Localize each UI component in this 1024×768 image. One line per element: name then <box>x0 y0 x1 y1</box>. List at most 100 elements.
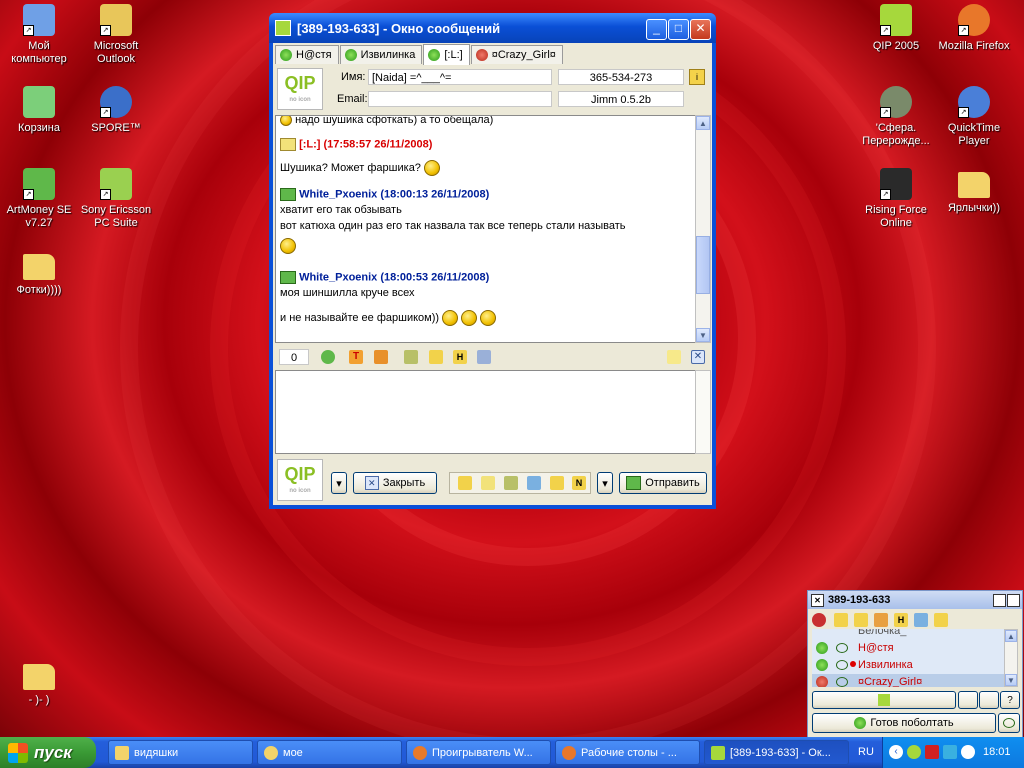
show-hidden-icons-button[interactable]: ‹ <box>889 745 903 759</box>
info-icon[interactable] <box>934 613 948 627</box>
message-history[interactable]: надо шушика сфоткать) а то обещала) [:L:… <box>275 115 697 343</box>
desktop-icon-spore[interactable]: ↗ SPORE™ <box>77 86 155 135</box>
quote-icon[interactable] <box>429 350 443 364</box>
file-transfer-icon[interactable] <box>477 350 491 364</box>
desktop-icon-yarlychki[interactable]: Ярлычки)) <box>935 168 1013 215</box>
contact-details-button[interactable] <box>979 691 999 709</box>
desktop-icon-quicktime[interactable]: ↗ QuickTime Player <box>935 86 1013 148</box>
laugh-smiley-icon <box>442 310 459 326</box>
taskbar-item[interactable]: видяшки <box>108 740 253 765</box>
invite-icon[interactable] <box>527 476 541 490</box>
desktop-icon-folder-smile[interactable]: - )- ) <box>0 660 78 707</box>
sound-icon[interactable] <box>854 613 868 627</box>
status-button[interactable]: Готов поболтать <box>812 713 996 733</box>
close-icon[interactable]: ✕ <box>811 594 824 607</box>
antivirus-tray-icon[interactable] <box>925 745 939 759</box>
tray-app-icon[interactable] <box>943 745 957 759</box>
taskbar-item-active[interactable]: [389-193-633] - Ок... <box>704 740 849 765</box>
firefox-icon <box>562 745 576 760</box>
scroll-up-button[interactable]: ▲ <box>696 116 710 130</box>
settings-icon[interactable] <box>914 613 928 627</box>
start-button[interactable]: пуск <box>0 737 96 768</box>
desktop-icon-firefox[interactable]: ↗ Mozilla Firefox <box>935 4 1013 53</box>
online-status-icon <box>816 659 828 671</box>
maximize-button[interactable]: □ <box>668 19 689 40</box>
color-icon[interactable] <box>374 350 388 364</box>
search-user-icon[interactable] <box>874 613 888 627</box>
privacy-eye-button[interactable] <box>998 713 1020 733</box>
message-input[interactable] <box>275 370 697 454</box>
minimize-button[interactable]: _ <box>646 19 667 40</box>
desktop-icon-my-computer[interactable]: ↗ Мой компьютер <box>0 4 78 66</box>
note-icon[interactable] <box>667 350 681 364</box>
nick-icon[interactable]: N <box>572 476 586 490</box>
scroll-up-button[interactable]: ▲ <box>1005 630 1017 642</box>
font-icon[interactable]: T <box>349 350 363 364</box>
contact-item[interactable]: Извилинка <box>812 657 1004 674</box>
minimize-icon[interactable] <box>1007 594 1020 607</box>
qip-icon <box>711 745 725 760</box>
save-history-icon[interactable] <box>404 350 418 364</box>
close-tab-icon[interactable]: ✕ <box>691 350 705 364</box>
contacts-icon[interactable] <box>504 476 518 490</box>
history-scrollbar[interactable]: ▲ ▼ <box>695 115 711 343</box>
history-icon[interactable]: H <box>894 613 908 627</box>
message-header: White_Pxoenix (18:00:13 26/11/2008) <box>280 188 489 201</box>
history-icon[interactable]: H <box>453 350 467 364</box>
desktop-icon-qip-2005[interactable]: ↗ QIP 2005 <box>857 4 935 53</box>
contact-item[interactable]: ¤Crazy_Girl¤ <box>812 674 1004 687</box>
network-tray-icon[interactable] <box>961 745 975 759</box>
desktop-icon-sfera[interactable]: ↗ 'Сфера. Перерожде... <box>857 86 935 148</box>
main-menu-button[interactable] <box>812 691 956 709</box>
language-indicator[interactable]: RU <box>858 746 874 758</box>
scroll-down-button[interactable]: ▼ <box>696 328 710 342</box>
help-button[interactable]: ? <box>1000 691 1020 709</box>
send-button[interactable]: Отправить <box>619 472 707 494</box>
artmoney-icon: ↗ <box>23 168 55 200</box>
contact-list[interactable]: Белочка_ Н@стя Извилинка ¤Crazy_Girl¤ <box>812 629 1004 687</box>
tab-nastya[interactable]: Н@стя <box>275 45 339 64</box>
chat-window: [389-193-633] - Окно сообщений _ □ ✕ Н@с… <box>269 13 716 509</box>
email-field[interactable] <box>368 91 552 107</box>
tab-l[interactable]: [:L:] <box>423 44 470 65</box>
options-dropdown-button[interactable]: ▾ <box>331 472 347 494</box>
pin-icon[interactable] <box>993 594 1006 607</box>
user-info-icon[interactable]: i <box>689 69 705 85</box>
scroll-down-button[interactable]: ▼ <box>1005 674 1017 686</box>
ignore-icon[interactable] <box>550 476 564 490</box>
group-icon[interactable] <box>834 613 848 627</box>
close-window-button[interactable]: ✕ <box>690 19 711 40</box>
add-contact-button[interactable] <box>958 691 978 709</box>
send-options-dropdown-button[interactable]: ▾ <box>597 472 613 494</box>
qip-tray-icon[interactable] <box>907 745 921 759</box>
qip-titlebar[interactable]: ✕ 389-193-633 <box>808 591 1022 609</box>
tab-izvilinka[interactable]: Извилинка <box>339 45 423 64</box>
eye-icon <box>1003 718 1015 728</box>
smiley-picker-icon[interactable] <box>321 350 335 364</box>
contact-item[interactable]: Белочка_ <box>812 629 1004 640</box>
laugh-smiley-icon <box>461 310 478 326</box>
desktop-icon-outlook[interactable]: ↗ Microsoft Outlook <box>77 4 155 66</box>
desktop-icon-fotki[interactable]: Фотки)))) <box>0 250 78 297</box>
contact-list-scrollbar[interactable]: ▲ ▼ <box>1004 629 1018 687</box>
desktop-icon-recycle-bin[interactable]: Корзина <box>0 86 78 135</box>
desktop-icon-sony-ericsson[interactable]: ↗ Sony Ericsson PC Suite <box>77 168 155 230</box>
taskbar-item[interactable]: Проигрыватель W... <box>406 740 551 765</box>
input-scrollbar[interactable] <box>695 370 711 454</box>
uin-field[interactable]: 365-534-273 <box>558 69 684 85</box>
name-field[interactable]: [Naida] =^___^= <box>368 69 552 85</box>
info-icon[interactable] <box>458 476 472 490</box>
taskbar-item[interactable]: Рабочие столы - ... <box>555 740 700 765</box>
eye-icon <box>836 677 848 687</box>
desktop-icon-rising-force[interactable]: ↗ Rising Force Online <box>857 168 935 230</box>
tab-crazy-girl[interactable]: ¤Crazy_Girl¤ <box>470 45 563 64</box>
status-icon[interactable] <box>812 613 826 627</box>
taskbar-item[interactable]: мое <box>257 740 402 765</box>
list-icon[interactable] <box>481 476 495 490</box>
close-button[interactable]: ✕ Закрыть <box>353 472 437 494</box>
contact-item[interactable]: Н@стя <box>812 640 1004 657</box>
desktop-icon-artmoney[interactable]: ↗ ArtMoney SE v7.27 <box>0 168 78 230</box>
action-icons-group: N <box>449 472 591 494</box>
scroll-thumb[interactable] <box>696 236 710 294</box>
clock[interactable]: 18:01 <box>983 746 1011 758</box>
